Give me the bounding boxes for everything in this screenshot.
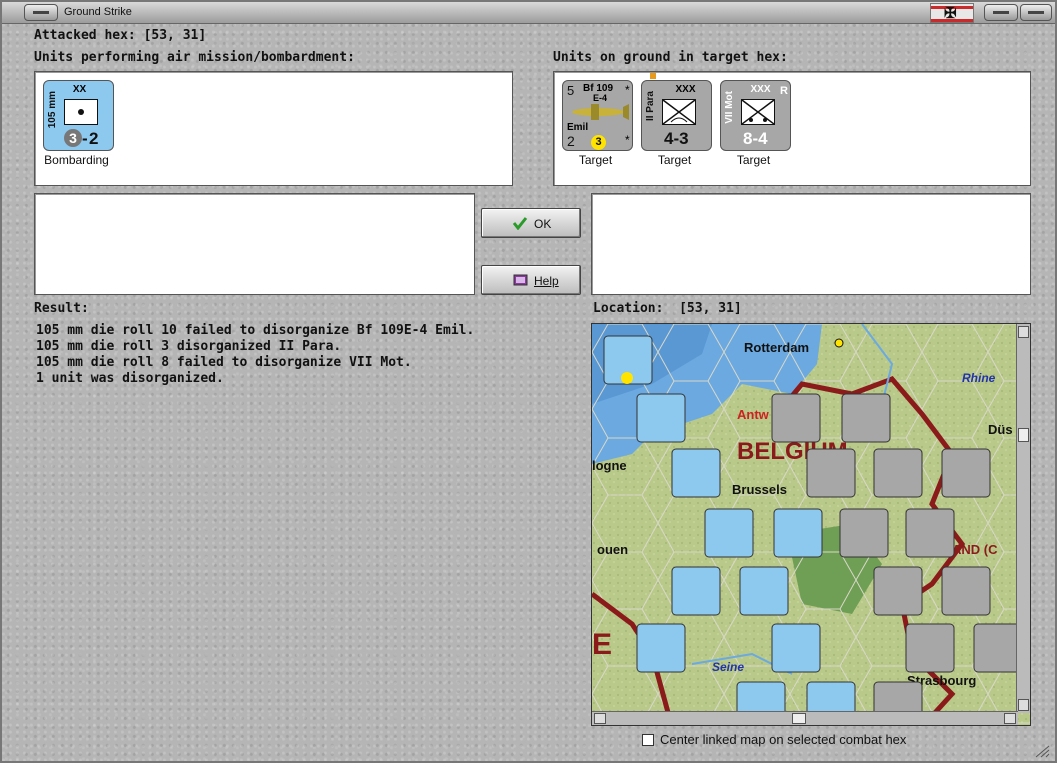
map-label-rhine: Rhine <box>962 371 996 385</box>
map-vertical-scrollbar[interactable] <box>1016 324 1030 713</box>
bombarding-unit-counter[interactable]: 105 mm XX 3 - 2 <box>43 80 114 151</box>
window-title: Ground Strike <box>64 6 132 18</box>
help-label: Help <box>534 274 559 288</box>
unit-designation: 105 mm <box>47 91 58 129</box>
horizontal-scroll-thumb[interactable] <box>792 713 806 724</box>
book-icon <box>512 273 530 290</box>
map-horizontal-scrollbar[interactable] <box>592 711 1018 725</box>
unit-bottom-value: 2 <box>567 133 575 149</box>
checkmark-icon <box>512 216 528 233</box>
pilot-name: Emil <box>567 122 589 133</box>
ground-strike-window: Ground Strike ✠ Attacked hex: [53, 31] U… <box>0 0 1057 763</box>
title-bar: Ground Strike ✠ <box>2 2 1055 24</box>
target-units-title: Units on ground in target hex: <box>553 50 788 65</box>
attacker-details-panel <box>34 193 475 295</box>
system-menu-button[interactable] <box>24 4 58 21</box>
unit-designation: II Para <box>645 91 656 122</box>
unit-caption: Target <box>657 153 692 167</box>
unit-values: 8-4 <box>743 129 768 148</box>
unit-moves: 2 <box>89 129 99 148</box>
unit-marks: * <box>625 83 630 97</box>
unit-badge: 3 <box>591 135 606 150</box>
vertical-scroll-thumb[interactable] <box>1018 428 1029 442</box>
result-line: 105 mm die roll 3 disorganized II Para. <box>36 339 342 354</box>
map-label-seine: Seine <box>712 660 744 674</box>
unit-marker-icon <box>650 73 656 79</box>
air-mission-units-panel: 105 mm XX 3 - 2 Bombarding <box>34 71 513 186</box>
target-units-panel: 5 Bf 109 E-4 * Emil 2 3 * Target II Para… <box>553 71 1031 186</box>
target-unit-ii-para[interactable]: II Para XXX 4-3 <box>641 80 712 151</box>
scroll-right-icon[interactable] <box>1004 713 1016 724</box>
scroll-left-icon[interactable] <box>594 713 606 724</box>
result-line: 105 mm die roll 8 failed to disorganize … <box>36 355 412 370</box>
infantry-symbol-icon <box>662 99 696 125</box>
unit-values: 4-3 <box>664 129 689 148</box>
map-label-fragment: E <box>592 628 612 661</box>
unit-strength: 3 <box>64 129 82 147</box>
map-label-brussels: Brussels <box>732 482 787 497</box>
unit-caption: Target <box>578 153 613 167</box>
ok-button[interactable]: OK <box>481 208 581 238</box>
target-unit-bf109[interactable]: 5 Bf 109 E-4 * Emil 2 3 * <box>562 80 633 151</box>
location-minimap[interactable]: Rotterdam BELGIUM Brussels Antw Rhine Dü… <box>591 323 1031 726</box>
unit-echelon: XX <box>72 84 87 95</box>
location-value: [53, 31] <box>679 301 742 316</box>
nation-flag-icon: ✠ <box>930 3 974 23</box>
air-mission-units-title: Units performing air mission/bombardment… <box>34 50 355 65</box>
help-button[interactable]: Help <box>481 265 581 295</box>
unit-designation: VII Mot <box>724 91 735 124</box>
unit-flag: R <box>780 85 788 97</box>
close-button[interactable] <box>1020 4 1052 21</box>
attacked-hex-label: Attacked hex: [53, 31] <box>34 28 207 43</box>
result-title: Result: <box>34 301 89 316</box>
minimize-button[interactable] <box>984 4 1018 21</box>
location-label: Location: [53, 31] <box>593 301 742 316</box>
center-map-checkbox[interactable] <box>642 734 654 746</box>
map-label-antwerp: Antw <box>737 407 770 422</box>
scroll-down-icon[interactable] <box>1018 699 1029 711</box>
fighter-plane-icon <box>572 104 629 120</box>
center-map-checkbox-label[interactable]: Center linked map on selected combat hex <box>660 732 906 747</box>
map-label-boulogne: logne <box>592 458 627 473</box>
map-label-dusseldorf: Düs <box>988 422 1013 437</box>
unit-caption: Target <box>736 153 771 167</box>
defender-details-panel <box>591 193 1031 295</box>
attacked-hex-value: [53, 31] <box>143 28 207 43</box>
result-line: 105 mm die roll 10 failed to disorganize… <box>36 323 475 338</box>
unit-marks-bottom: * <box>625 133 630 147</box>
scroll-up-icon[interactable] <box>1018 326 1029 338</box>
unit-caption: Bombarding <box>44 153 109 167</box>
map-label-region: AND (C <box>952 542 998 557</box>
ok-label: OK <box>534 217 552 231</box>
artillery-symbol-icon <box>64 99 98 125</box>
map-label-rotterdam: Rotterdam <box>744 340 809 355</box>
unit-echelon: XXX <box>675 84 696 95</box>
map-label-rouen: ouen <box>597 542 628 557</box>
unit-top-value: 5 <box>567 83 575 98</box>
resize-grip-icon[interactable] <box>1032 744 1050 758</box>
result-line: 1 unit was disorganized. <box>36 371 224 386</box>
motorized-symbol-icon <box>741 99 775 125</box>
target-unit-vii-mot[interactable]: VII Mot XXX R 8-4 <box>720 80 791 151</box>
